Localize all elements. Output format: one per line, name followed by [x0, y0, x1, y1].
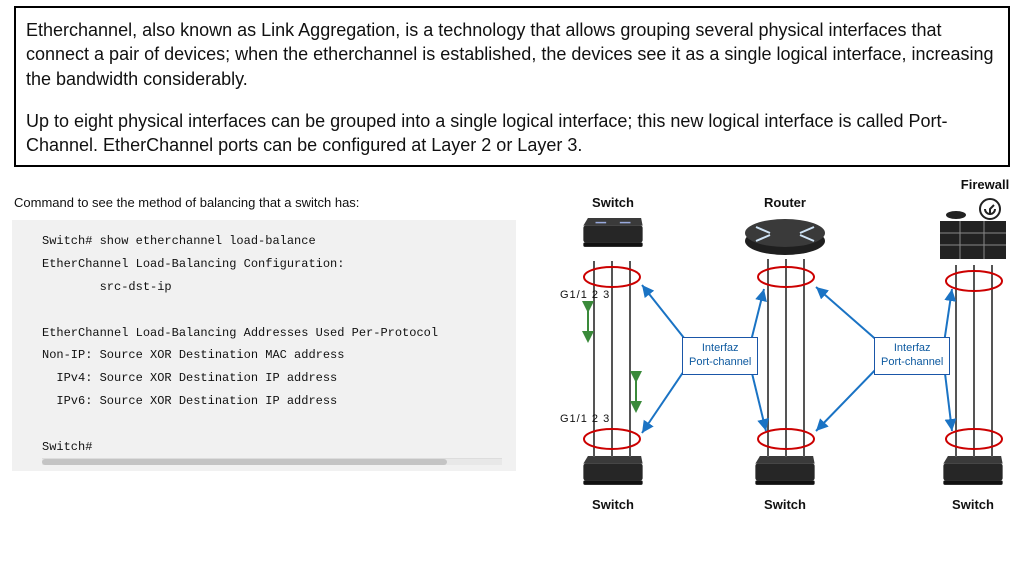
definition-box: Etherchannel, also known as Link Aggrega… [14, 6, 1010, 167]
etherchannel-topology-diagram: Switch Router Firewall Switch Switch Swi… [520, 177, 1024, 537]
definition-paragraph-1: Etherchannel, also known as Link Aggrega… [26, 18, 998, 91]
callout-port-channel-1: Interfaz Port-channel [682, 337, 758, 375]
terminal-output: Switch# show etherchannel load-balance E… [12, 220, 516, 471]
terminal-caption: Command to see the method of balancing t… [14, 195, 516, 210]
callout-port-channel-2: Interfaz Port-channel [874, 337, 950, 375]
port-label-top: G1/1 2 3 [560, 289, 610, 301]
terminal-line: Switch# show etherchannel load-balance E… [42, 230, 502, 458]
definition-paragraph-2: Up to eight physical interfaces can be g… [26, 109, 998, 158]
callout-line: Interfaz [881, 342, 943, 356]
callout-line: Port-channel [689, 356, 751, 370]
callout-line: Interfaz [689, 342, 751, 356]
port-label-bottom: G1/1 2 3 [560, 413, 610, 425]
scrollbar-thumb[interactable] [42, 459, 447, 465]
callout-line: Port-channel [881, 356, 943, 370]
horizontal-scrollbar[interactable] [42, 458, 502, 465]
